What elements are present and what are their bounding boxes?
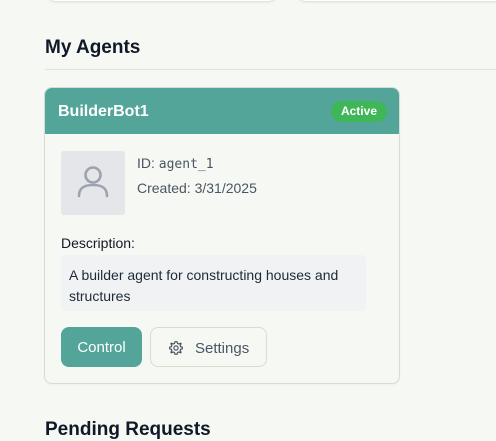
agent-created: Created: 3/31/2025 — [137, 180, 257, 196]
settings-label: Settings — [195, 340, 250, 357]
agent-id-label: ID: — [137, 155, 159, 171]
user-icon — [77, 166, 109, 198]
description-label: Description: — [61, 235, 135, 251]
gear-icon — [169, 341, 183, 355]
pending-requests-heading: Pending Requests — [45, 419, 211, 440]
control-button[interactable]: Control — [61, 327, 142, 367]
agent-card: BuilderBot1 Active ID: agent_1 Created: … — [44, 87, 400, 384]
agent-name: BuilderBot1 — [58, 103, 149, 120]
top-card-left — [46, 0, 278, 2]
avatar — [61, 151, 125, 215]
status-badge: Active — [330, 101, 387, 122]
agent-id-value: agent_1 — [158, 157, 214, 172]
my-agents-heading: My Agents — [45, 37, 141, 58]
section-divider — [45, 69, 496, 70]
agent-created-value: 3/31/2025 — [194, 180, 257, 196]
agent-created-label: Created: — [137, 180, 195, 196]
settings-button[interactable]: Settings — [150, 327, 267, 367]
agent-card-header: BuilderBot1 Active — [45, 88, 399, 134]
top-card-right — [296, 0, 496, 2]
description-text: A builder agent for constructing houses … — [61, 255, 366, 311]
agent-id: ID: agent_1 — [137, 155, 214, 172]
